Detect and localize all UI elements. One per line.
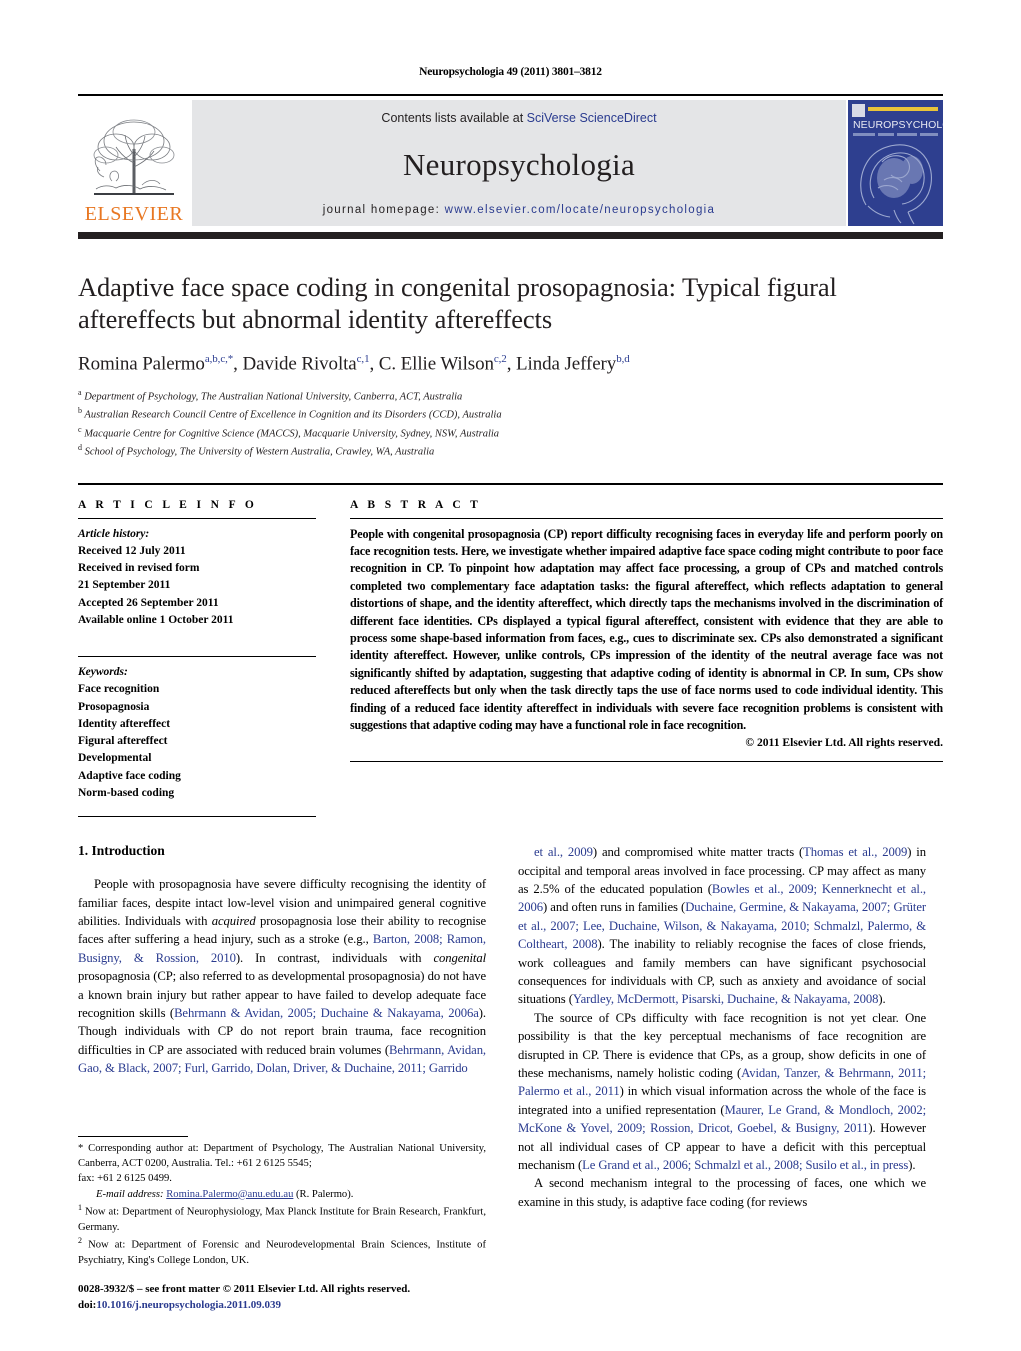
footnote-note-1-text: Now at: Department of Neurophysiology, M… <box>78 1206 486 1233</box>
journal-cover-thumbnail: NEUROPSYCHOLOGIA <box>848 100 943 226</box>
affiliation-c: c Macquarie Centre for Cognitive Science… <box>78 424 500 440</box>
elsevier-tree-icon <box>82 115 186 203</box>
footnotes-block: * Corresponding author at: Department of… <box>78 1135 486 1313</box>
abstract-column: A B S T R A C T People with congenital p… <box>350 499 943 818</box>
keywords-label: Keywords: <box>78 666 128 679</box>
footnote-email: E-mail address: Romina.Palermo@anu.edu.a… <box>78 1187 486 1202</box>
footnote-note-2: 2 Now at: Department of Forensic and Neu… <box>78 1235 486 1268</box>
affiliation-marker: b <box>78 406 82 416</box>
keyword-item: Adaptive face coding <box>78 769 181 782</box>
doi-label: doi: <box>78 1298 97 1311</box>
footnote-corresponding-author: * Corresponding author at: Department of… <box>78 1141 486 1172</box>
affiliation-marker: d <box>78 443 82 453</box>
body-paragraph: The source of CPs difficulty with face r… <box>518 1010 927 1173</box>
doi-line: doi:10.1016/j.neuropsychologia.2011.09.0… <box>78 1298 486 1314</box>
doi-link[interactable]: 10.1016/j.neuropsychologia.2011.09.039 <box>96 1299 281 1311</box>
abstract-copyright: © 2011 Elsevier Ltd. All rights reserved… <box>745 736 943 750</box>
masthead-bottom-rule <box>78 232 943 239</box>
footnote-fax: fax: +61 2 6125 0499. <box>78 1173 172 1185</box>
body-paragraph: People with prosopagnosia have severe di… <box>78 877 487 1076</box>
contents-prefix: Contents lists available at <box>381 111 527 125</box>
article-history-lines: Received 12 July 2011 Received in revised… <box>78 543 316 629</box>
sciencedirect-link[interactable]: SciVerse ScienceDirect <box>527 111 657 125</box>
body-column-right: et al., 2009) and compromised white matt… <box>518 843 926 1313</box>
keyword-item: Developmental <box>78 752 152 765</box>
keyword-item: Identity aftereffect <box>78 717 171 730</box>
elsevier-publisher-logo: ELSEVIER <box>78 100 190 226</box>
keywords-top-rule <box>78 656 316 658</box>
journal-article-page: Neuropsychologia 49 (2011) 3801–3812 ELS… <box>0 0 1021 1351</box>
abstract-rule <box>350 517 943 519</box>
journal-homepage-link[interactable]: www.elsevier.com/locate/neuropsychologia <box>445 204 716 216</box>
contents-lists-line: Contents lists available at SciVerse Sci… <box>381 111 656 125</box>
affiliation-b: b Australian Research Council Centre of … <box>78 406 502 421</box>
journal-homepage-line: journal homepage: www.elsevier.com/locat… <box>323 204 715 216</box>
masthead-center-band: Contents lists available at SciVerse Sci… <box>192 100 846 226</box>
footnote-marker-2: 2 <box>78 1235 82 1245</box>
affiliation-marker: a <box>78 387 82 397</box>
journal-title: Neuropsychologia <box>402 147 636 182</box>
article-history-line: Received 12 July 2011 <box>78 544 186 557</box>
footnote-marker-1: 1 <box>78 1202 82 1212</box>
keywords-list: Face recognition Prosopagnosia Identity af… <box>78 681 316 802</box>
article-history-line: Received in revised form <box>78 562 200 575</box>
footnote-separator-rule <box>78 1135 188 1137</box>
journal-masthead: ELSEVIER Contents lists available at Sci… <box>78 94 943 226</box>
email-suffix: (R. Palermo). <box>296 1188 354 1200</box>
article-info-column: A R T I C L E I N F O Article history: R… <box>78 499 316 818</box>
right-column-paragraphs: et al., 2009) and compromised white matt… <box>518 843 926 1211</box>
footnote-note-2-text: Now at: Department of Forensic and Neuro… <box>78 1239 486 1266</box>
article-history-line: 21 September 2011 <box>78 579 171 592</box>
running-head: Neuropsychologia 49 (2011) 3801–3812 <box>419 66 602 78</box>
article-history-line: Accepted 26 September 2011 <box>78 596 219 609</box>
article-history-line: Available online 1 October 2011 <box>78 613 234 626</box>
article-history-label: Article history: <box>78 527 150 540</box>
left-column-paragraphs: People with prosopagnosia have severe di… <box>78 875 486 1077</box>
keywords-bottom-rule <box>78 816 316 818</box>
affiliation-marker: c <box>78 424 82 434</box>
keyword-item: Norm-based coding <box>78 786 175 799</box>
abstract-text: People with congenital prosopagnosia (CP… <box>350 526 943 733</box>
article-info-rule <box>78 517 316 519</box>
author-list: Romina Palermoa,b,c,*, Davide Rivoltac,1… <box>78 352 630 374</box>
keyword-item: Face recognition <box>78 683 160 696</box>
abstract-heading: A B S T R A C T <box>350 498 482 511</box>
section-heading-introduction: 1. Introduction <box>78 843 165 859</box>
svg-text:NEUROPSYCHOLOGIA: NEUROPSYCHOLOGIA <box>853 119 943 131</box>
elsevier-wordmark: ELSEVIER <box>84 203 184 225</box>
affiliation-d: d School of Psychology, The University o… <box>78 443 435 458</box>
keyword-item: Figural aftereffect <box>78 735 168 748</box>
title-block: Adaptive face space coding in congenital… <box>78 271 943 461</box>
affiliation-list: a Department of Psychology, The Australi… <box>78 387 943 461</box>
article-info-heading: A R T I C L E I N F O <box>78 498 258 511</box>
body-column-left: 1. Introduction People with prosopagnosi… <box>78 843 486 1313</box>
issn-line: 0028-3932/$ – see front matter © 2011 El… <box>78 1282 411 1295</box>
body-columns: 1. Introduction People with prosopagnosi… <box>78 843 943 1313</box>
footnote-note-1: 1 Now at: Department of Neurophysiology,… <box>78 1202 486 1235</box>
affiliation-a: a Department of Psychology, The Australi… <box>78 387 463 403</box>
email-label: E-mail address: <box>96 1188 164 1200</box>
abstract-bottom-rule <box>350 761 943 763</box>
body-paragraph: A second mechanism integral to the proce… <box>518 1176 926 1209</box>
keyword-item: Prosopagnosia <box>78 700 150 713</box>
body-paragraph: et al., 2009) and compromised white matt… <box>518 845 926 1007</box>
issn-copyright-block: 0028-3932/$ – see front matter © 2011 El… <box>78 1282 486 1313</box>
page-title: Adaptive face space coding in congenital… <box>78 272 837 335</box>
homepage-prefix: journal homepage: <box>322 204 445 216</box>
email-link[interactable]: Romina.Palermo@anu.edu.au <box>166 1189 293 1200</box>
info-abstract-area: A R T I C L E I N F O Article history: R… <box>78 499 943 818</box>
footnote-corresponding-text: * Corresponding author at: Department of… <box>78 1142 486 1170</box>
info-section-top-rule <box>78 482 943 485</box>
